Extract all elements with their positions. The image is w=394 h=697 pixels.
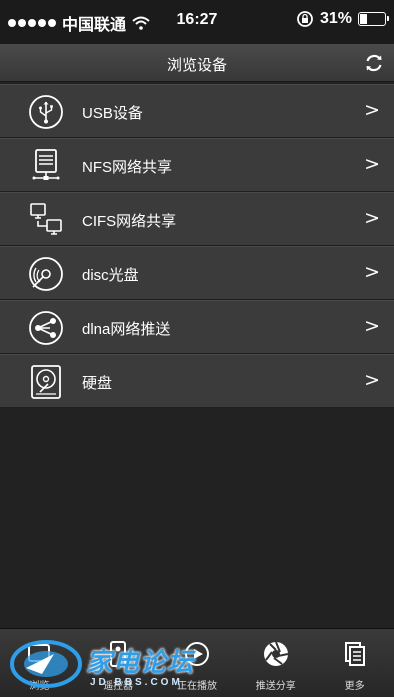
- harddisk-icon: [31, 365, 61, 399]
- chevron-right-icon: >: [364, 369, 380, 391]
- tab-label: 遥控器: [103, 681, 134, 692]
- list-item-label: NFS网络共享: [82, 159, 173, 176]
- battery-percent: 31%: [319, 10, 352, 27]
- browse-icon: [28, 644, 51, 662]
- chevron-right-icon: >: [364, 153, 380, 175]
- tab-label: 更多: [344, 681, 365, 692]
- list-item-label: USB设备: [82, 105, 143, 122]
- tab-push-share[interactable]: 推送分享: [236, 629, 315, 697]
- tab-label: 推送分享: [255, 681, 296, 692]
- list-item-label: dlna网络推送: [82, 321, 171, 338]
- chevron-right-icon: >: [364, 261, 380, 283]
- rotation-lock-icon: [297, 11, 313, 27]
- tab-more[interactable]: 更多: [315, 629, 394, 697]
- refresh-icon[interactable]: [364, 53, 384, 73]
- chevron-right-icon: >: [364, 99, 380, 121]
- more-icon: [344, 642, 365, 666]
- list-item-disc[interactable]: disc光盘 >: [0, 246, 394, 300]
- tab-browse[interactable]: 浏览: [0, 629, 79, 697]
- list-item-label: 硬盘: [82, 375, 113, 392]
- list-item-label: disc光盘: [82, 267, 139, 284]
- usb-icon: [29, 95, 63, 129]
- now-playing-icon: [184, 642, 209, 666]
- chevron-right-icon: >: [364, 207, 380, 229]
- share-icon: [29, 311, 63, 345]
- tab-bar: 浏览 遥控器 正在播放 推送分享 更多: [0, 628, 394, 697]
- status-bar: 中国联通 16:27 31%: [0, 0, 394, 44]
- chevron-right-icon: >: [364, 315, 380, 337]
- nav-bar: 浏览设备: [0, 44, 394, 82]
- device-list: USB设备 > NFS网络共享 > CIFS网络共享 > disc光盘 > dl…: [0, 84, 394, 408]
- tab-label: 正在播放: [176, 681, 217, 692]
- tab-label: 浏览: [29, 681, 50, 692]
- list-item-nfs[interactable]: NFS网络共享 >: [0, 138, 394, 192]
- aperture-icon: [263, 641, 288, 666]
- status-right: 31%: [296, 10, 389, 28]
- tab-now-playing[interactable]: 正在播放: [158, 629, 237, 697]
- list-item-dlna[interactable]: dlna网络推送 >: [0, 300, 394, 354]
- server-icon: [32, 149, 60, 180]
- list-item-cifs[interactable]: CIFS网络共享 >: [0, 192, 394, 246]
- battery-icon: [358, 12, 389, 26]
- page-title: 浏览设备: [166, 57, 227, 74]
- disc-icon: [29, 257, 63, 291]
- remote-icon: [110, 641, 127, 667]
- list-item-harddisk[interactable]: 硬盘 >: [0, 354, 394, 408]
- tab-remote[interactable]: 遥控器: [79, 629, 158, 697]
- list-item-label: CIFS网络共享: [82, 213, 177, 230]
- list-item-usb[interactable]: USB设备 >: [0, 84, 394, 138]
- network-computers-icon: [30, 203, 62, 235]
